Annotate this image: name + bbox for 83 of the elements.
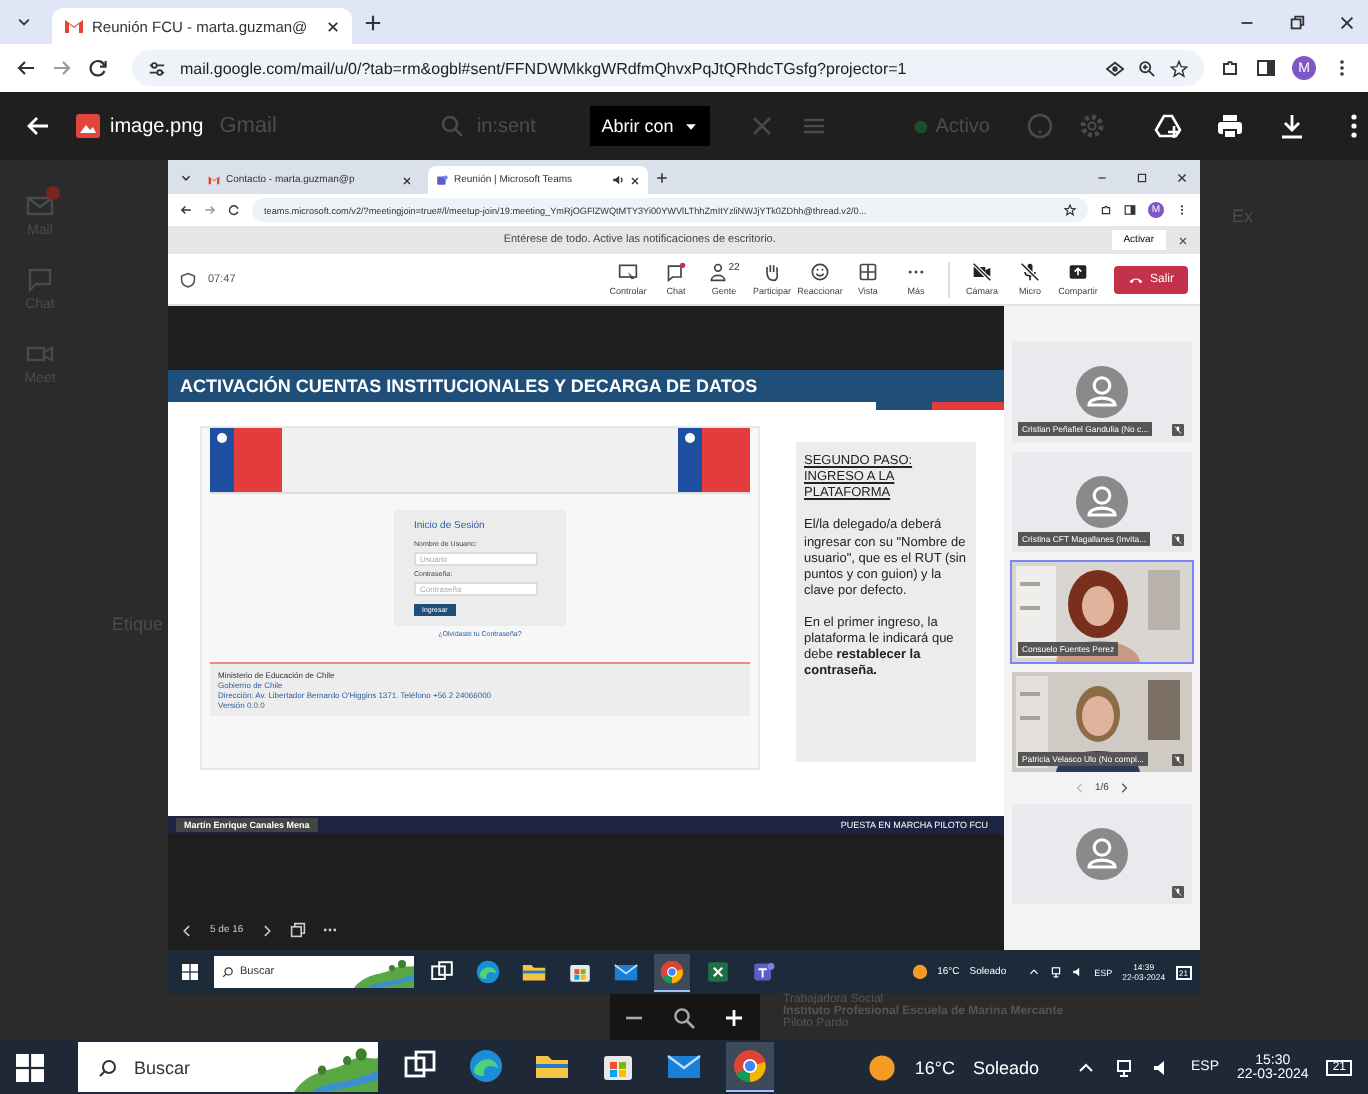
side-panel-icon[interactable] — [1256, 58, 1276, 78]
zoom-icon[interactable] — [1138, 59, 1156, 77]
smiley-icon — [809, 262, 830, 282]
close-icon[interactable] — [1178, 235, 1188, 245]
monitor-icon — [617, 262, 638, 282]
network-icon[interactable] — [1114, 1057, 1135, 1077]
avatar-icon — [1076, 828, 1128, 880]
video-icon — [26, 340, 54, 368]
browser-icon[interactable] — [726, 1042, 774, 1092]
speaker-icon[interactable] — [612, 174, 624, 186]
restore-icon[interactable] — [1136, 171, 1148, 183]
minimize-icon[interactable] — [1096, 171, 1108, 183]
hand-icon — [761, 262, 782, 282]
search-icon — [440, 114, 465, 138]
sun-icon — [868, 1053, 897, 1081]
open-with-button[interactable]: Abrir con — [589, 106, 710, 146]
star-icon[interactable] — [1170, 59, 1188, 77]
chat-icon — [665, 262, 686, 282]
reload-icon[interactable] — [88, 58, 108, 78]
previous-icon[interactable] — [180, 923, 194, 937]
new-tab-icon[interactable] — [656, 171, 668, 183]
speaker-icon[interactable] — [1072, 966, 1085, 978]
start-icon[interactable] — [16, 1053, 44, 1081]
close-icon[interactable] — [326, 19, 340, 33]
close-icon[interactable] — [1176, 171, 1188, 183]
sun-icon — [911, 964, 928, 980]
file-name: image.png — [110, 115, 204, 137]
eye-icon[interactable] — [1106, 59, 1124, 77]
restore-icon[interactable] — [1288, 13, 1306, 31]
help-icon — [1026, 112, 1054, 140]
envelope-icon — [26, 192, 54, 220]
close-icon — [749, 114, 774, 138]
avatar-icon — [1076, 476, 1128, 528]
image-icon — [76, 114, 100, 138]
participant-tile[interactable] — [1012, 804, 1192, 904]
next-icon[interactable] — [1118, 782, 1131, 794]
browser-icon[interactable] — [654, 953, 690, 991]
drive-add-icon[interactable] — [1154, 112, 1182, 140]
address-bar[interactable]: mail.google.com/mail/u/0/?tab=rm&ogbl#sent/FFNDWMkkgWRdfmQhvxPqJtQRhdcTGsfg?projector=1 — [132, 50, 1204, 86]
weather-text: 16°C — [914, 1057, 955, 1077]
star-icon[interactable] — [1064, 204, 1076, 216]
shield-icon[interactable] — [180, 271, 196, 287]
filter-icon — [801, 114, 826, 138]
taskbar-search-field[interactable]: Buscar — [78, 1042, 378, 1092]
download-icon[interactable] — [1278, 112, 1306, 140]
puzzle-icon[interactable] — [1220, 58, 1240, 78]
start-icon[interactable] — [182, 964, 198, 980]
slide-title-bar: ACTIVACIÓN CUENTAS INSTITUCIONALES Y DECARGA DE DATOS — [168, 370, 1004, 402]
slides-icon[interactable] — [289, 922, 306, 938]
status-dot — [913, 119, 928, 133]
search-icon — [222, 966, 234, 978]
puzzle-icon[interactable] — [1100, 204, 1112, 216]
site-settings-icon[interactable] — [148, 59, 166, 77]
next-icon[interactable] — [259, 923, 274, 937]
search-icon — [98, 1057, 118, 1077]
close-icon[interactable] — [630, 175, 640, 185]
forward-icon[interactable] — [52, 58, 72, 78]
back-icon[interactable] — [24, 112, 52, 140]
print-icon[interactable] — [1216, 112, 1244, 140]
chat-icon — [26, 266, 54, 294]
chevron-up-icon[interactable] — [1028, 966, 1041, 978]
weather-text: Soleado — [972, 1057, 1039, 1077]
team-icon — [436, 174, 448, 186]
caret-icon — [683, 119, 698, 133]
avatar-icon — [1076, 366, 1128, 418]
grid-icon — [857, 262, 878, 282]
new-tab-icon[interactable] — [364, 13, 382, 31]
network-icon[interactable] — [1050, 966, 1063, 978]
close-icon[interactable] — [1338, 13, 1356, 31]
close-icon[interactable] — [402, 175, 412, 185]
back-icon[interactable] — [180, 204, 192, 216]
zoom-icon[interactable] — [672, 1005, 696, 1029]
settings-icon — [1078, 112, 1106, 140]
zoom-in-icon[interactable] — [722, 1005, 746, 1029]
mail-icon — [208, 174, 220, 186]
tab-list-icon[interactable] — [180, 171, 192, 183]
tab-list-icon[interactable] — [16, 14, 32, 30]
mail-icon — [64, 16, 84, 36]
forward-icon[interactable] — [204, 204, 216, 216]
reload-icon[interactable] — [228, 204, 240, 216]
back-icon[interactable] — [16, 58, 36, 78]
people-icon — [708, 262, 729, 282]
side-panel-icon[interactable] — [1124, 204, 1136, 216]
